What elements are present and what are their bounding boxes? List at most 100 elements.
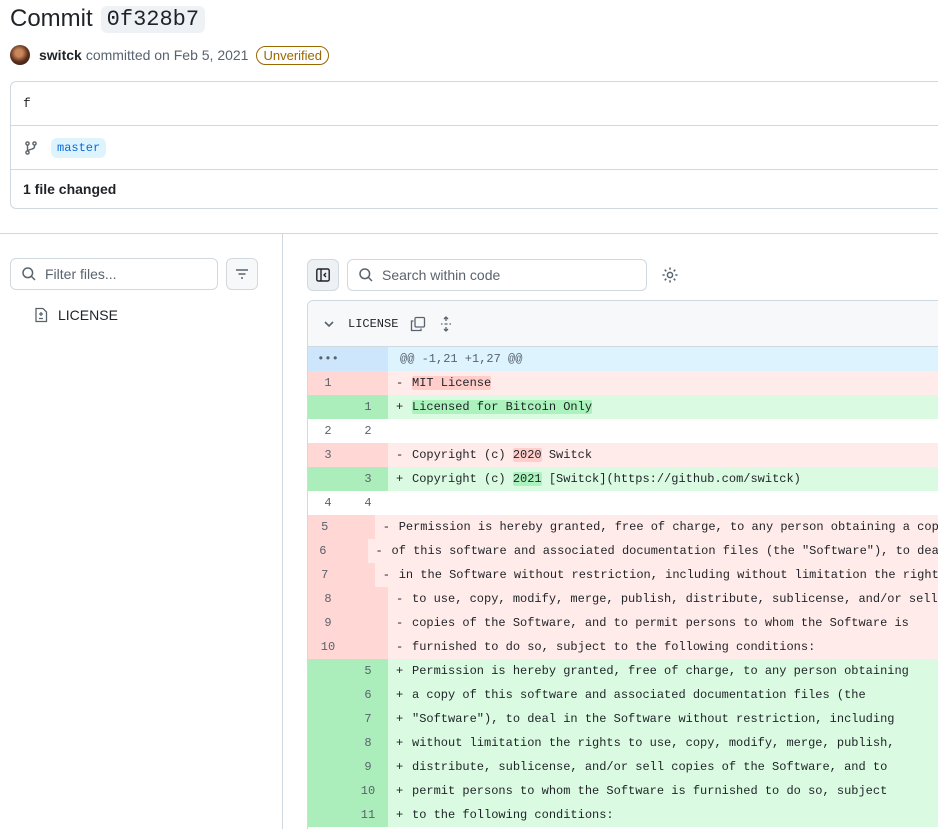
new-line-number[interactable]: 5: [348, 659, 388, 683]
sidebar-collapse-icon: [316, 268, 330, 282]
diff-line: 1 + Licensed for Bitcoin Only: [308, 395, 938, 419]
new-line-number[interactable]: [337, 539, 368, 563]
old-line-number[interactable]: [308, 803, 348, 827]
copy-icon[interactable]: [410, 316, 426, 332]
diff-line: 9 + distribute, sublicense, and/or sell co…: [308, 755, 938, 779]
old-line-number[interactable]: 1: [308, 371, 348, 395]
diff-line-code: - to use, copy, modify, merge, publish, d…: [388, 587, 938, 611]
branch-row: master: [11, 126, 938, 170]
gear-icon[interactable]: [661, 266, 679, 284]
filter-files-input[interactable]: Filter files...: [10, 258, 218, 290]
diff-line: 8 + without limitation the rights to use, …: [308, 731, 938, 755]
diff-sign: -: [396, 640, 404, 654]
new-line-number[interactable]: [348, 347, 388, 371]
diff-line: 1 - MIT License: [308, 371, 938, 395]
diff-sign: -: [396, 592, 404, 606]
diff-line-code: - Permission is hereby granted, free of c…: [374, 515, 938, 539]
new-line-number[interactable]: [341, 515, 375, 539]
old-line-number[interactable]: 6: [308, 539, 338, 563]
diff-line-code: - furnished to do so, subject to the foll…: [388, 635, 938, 659]
diff-line-code: + Licensed for Bitcoin Only: [388, 395, 938, 419]
new-line-number[interactable]: 8: [348, 731, 388, 755]
new-line-number[interactable]: 7: [348, 707, 388, 731]
avatar[interactable]: [10, 45, 30, 65]
search-icon: [359, 268, 373, 282]
verification-badge[interactable]: Unverified: [256, 45, 329, 65]
diff-hunk-header: ••• @@ -1,21 +1,27 @@: [308, 347, 938, 371]
git-branch-icon: [25, 140, 37, 155]
new-line-number[interactable]: 2: [348, 419, 388, 443]
filter-options-button[interactable]: [226, 258, 258, 290]
diff-sign: -: [382, 568, 390, 582]
commit-meta: switck committed on Feb 5, 2021 Unverifi…: [10, 44, 329, 66]
diff-sign: +: [396, 664, 404, 678]
diff-line: 7 - in the Software without restriction, i…: [308, 563, 938, 587]
diff-file-name[interactable]: LICENSE: [348, 317, 398, 331]
old-line-number[interactable]: [308, 683, 348, 707]
diff-line-code: + permit persons to whom the Software is …: [388, 779, 938, 803]
branch-tag[interactable]: master: [51, 137, 107, 158]
diff-sign: -: [396, 616, 404, 630]
diff-lines: ••• @@ -1,21 +1,27 @@ 1- MIT License 1 + Licen…: [308, 347, 938, 827]
author-link[interactable]: switck: [39, 47, 82, 63]
toggle-file-tree-button[interactable]: [307, 259, 339, 291]
old-line-number[interactable]: [308, 395, 348, 419]
old-line-number[interactable]: 9: [308, 611, 348, 635]
new-line-number[interactable]: [348, 587, 388, 611]
old-line-number[interactable]: 3: [308, 443, 348, 467]
old-line-number[interactable]: [308, 779, 348, 803]
old-line-number[interactable]: 2: [308, 419, 348, 443]
sidebar-divider[interactable]: [282, 234, 283, 829]
new-line-number[interactable]: [348, 371, 388, 395]
page-title: Commit 0f328b7: [10, 4, 206, 34]
old-line-number[interactable]: [308, 467, 348, 491]
filter-files-placeholder: Filter files...: [45, 266, 117, 282]
new-line-number[interactable]: 11: [348, 803, 388, 827]
diff-line: 5 + Permission is hereby granted, free of …: [308, 659, 938, 683]
new-line-number[interactable]: [348, 635, 388, 659]
diff-line-code: + a copy of this software and associated …: [388, 683, 938, 707]
diff-line: 8 - to use, copy, modify, merge, publish, …: [308, 587, 938, 611]
new-line-number[interactable]: 6: [348, 683, 388, 707]
old-line-number[interactable]: [308, 731, 348, 755]
chevron-down-icon[interactable]: [322, 317, 336, 331]
diff-line: 3 - Copyright (c) 2020 Switck: [308, 443, 938, 467]
old-line-number[interactable]: 5: [308, 515, 342, 539]
new-line-number[interactable]: [348, 611, 388, 635]
diff-word-highlight: 2021: [512, 472, 542, 486]
files-changed-count: 1 file changed: [23, 181, 117, 197]
diff-line: 5 - Permission is hereby granted, free of …: [308, 515, 938, 539]
new-line-number[interactable]: 10: [348, 779, 388, 803]
section-divider: [0, 233, 938, 234]
diff-file-header: LICENSE: [308, 301, 938, 347]
diff-sign: +: [396, 688, 404, 702]
old-line-number[interactable]: 8: [308, 587, 348, 611]
old-line-number[interactable]: [308, 707, 348, 731]
diff-sign: +: [396, 712, 404, 726]
search-code-input[interactable]: Search within code: [347, 259, 647, 291]
old-line-number[interactable]: [308, 659, 348, 683]
commit-info-box: f master 1 file changed: [10, 81, 938, 209]
commit-sha: 0f328b7: [100, 5, 206, 33]
diff-sign: +: [396, 736, 404, 750]
file-tree-item-license[interactable]: LICENSE: [34, 304, 118, 326]
new-line-number[interactable]: 4: [348, 491, 388, 515]
old-line-number[interactable]: 7: [308, 563, 342, 587]
expand-hunk-button[interactable]: •••: [308, 347, 348, 371]
commit-message-row: f: [11, 82, 938, 126]
diff-line: 6 + a copy of this software and associated…: [308, 683, 938, 707]
new-line-number[interactable]: [341, 563, 375, 587]
old-line-number[interactable]: [308, 755, 348, 779]
diff-line-code: [388, 419, 938, 443]
new-line-number[interactable]: 9: [348, 755, 388, 779]
old-line-number[interactable]: 10: [308, 635, 348, 659]
diff-line: 11 + to the following conditions:: [308, 803, 938, 827]
diff-sign: +: [396, 472, 404, 486]
new-line-number[interactable]: 3: [348, 467, 388, 491]
search-code-placeholder: Search within code: [382, 267, 501, 283]
expand-all-icon[interactable]: [438, 315, 454, 332]
new-line-number[interactable]: [348, 443, 388, 467]
diff-sign: +: [396, 760, 404, 774]
old-line-number[interactable]: 4: [308, 491, 348, 515]
new-line-number[interactable]: 1: [348, 395, 388, 419]
